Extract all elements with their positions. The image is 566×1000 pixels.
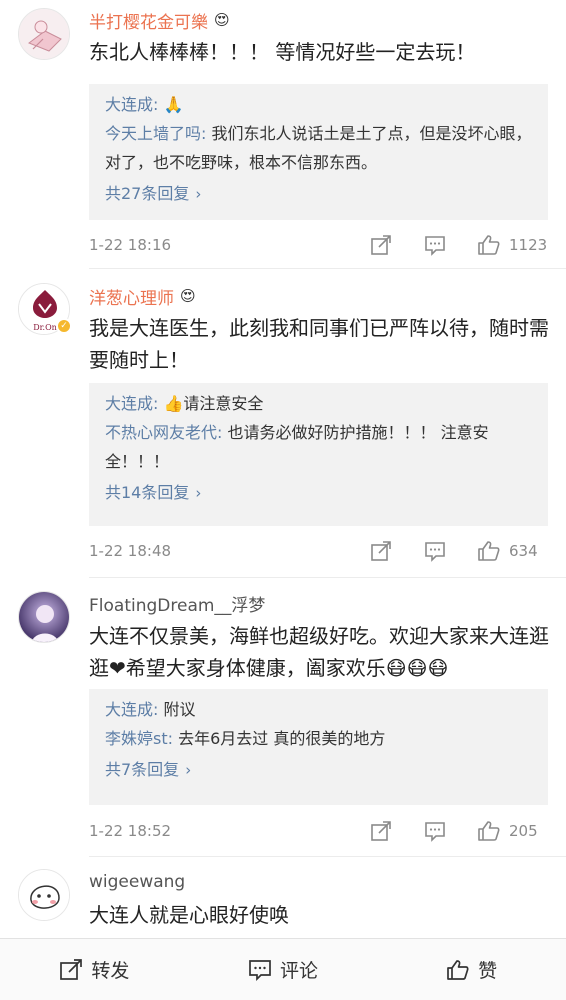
reply-text: 去年6月去过 真的很美的地方: [173, 729, 386, 748]
like-count: 1123: [509, 236, 548, 254]
thumbs-up-icon[interactable]: [477, 233, 501, 257]
comment-text: 我是大连医生，此刻我和同事们已严阵以待，随时需要随时上！: [89, 316, 549, 372]
avatar-illustration: [19, 9, 69, 59]
comment-time: 1-22 18:52: [89, 822, 172, 840]
comment-button[interactable]: 评论: [189, 956, 378, 983]
thumbs-up-icon[interactable]: [477, 539, 501, 563]
like-count: 634: [509, 542, 538, 560]
comment-username-row: 洋葱心理师 😍: [89, 283, 196, 309]
chevron-right-icon: ›: [195, 484, 202, 502]
comment-meta-row: 1-22 18:52 205: [89, 817, 549, 845]
reply-author[interactable]: 今天上墙了吗:: [105, 124, 206, 143]
comment-bubble-icon[interactable]: [423, 819, 447, 843]
avatar[interactable]: [18, 591, 70, 643]
thumbs-up-icon[interactable]: [477, 819, 501, 843]
bottom-action-bar: 转发 评论 赞: [0, 938, 566, 1000]
chevron-right-icon: ›: [195, 185, 202, 203]
reply-author[interactable]: 大连成:: [105, 394, 158, 413]
comment-time: 1-22 18:48: [89, 542, 172, 560]
comment-username-row: FloatingDream__浮梦: [89, 590, 265, 616]
repost-label: 转发: [91, 960, 130, 982]
more-replies-label: 共14条回复: [105, 483, 190, 502]
more-replies-label: 共7条回复: [105, 760, 180, 779]
avatar[interactable]: [18, 8, 70, 60]
reply-text: 👍请注意安全: [158, 394, 264, 413]
more-replies-label: 共27条回复: [105, 184, 190, 203]
emoji-badge-icon: 😍: [214, 11, 230, 29]
comment-meta-row: 1-22 18:48 634: [89, 537, 549, 565]
comment-actions: 1123: [339, 233, 549, 257]
reply-line: 不热心网友老代: 也请务必做好防护措施！！！ 注意安全！！！: [105, 418, 532, 476]
comment-username[interactable]: 洋葱心理师: [89, 284, 174, 309]
comment-item: wigeewang 大连人就是心眼好使唤: [0, 857, 566, 938]
comment-username[interactable]: 半打樱花金可樂: [89, 8, 208, 33]
comment-item: 半打樱花金可樂 😍 东北人棒棒棒！！！ 等情况好些一定去玩！ 大连成: 🙏 今天…: [0, 0, 566, 268]
reply-box[interactable]: 大连成: 👍请注意安全 不热心网友老代: 也请务必做好防护措施！！！ 注意安全！…: [89, 383, 548, 526]
avatar[interactable]: [18, 869, 70, 921]
comment-label: 评论: [280, 960, 319, 982]
comment-item: FloatingDream__浮梦 大连不仅景美，海鲜也超级好吃。欢迎大家来大连…: [0, 578, 566, 856]
comment-text: 大连不仅景美，海鲜也超级好吃。欢迎大家来大连逛逛❤希望大家身体健康，阖家欢乐😷😷…: [89, 624, 549, 680]
reply-line: 李姝婷st: 去年6月去过 真的很美的地方: [105, 724, 532, 753]
reply-text: 附议: [158, 700, 196, 719]
like-label: 赞: [478, 960, 498, 982]
reply-line: 大连成: 👍请注意安全: [105, 389, 532, 418]
comment-time: 1-22 18:16: [89, 236, 172, 254]
verified-badge-icon: ✓: [56, 318, 72, 334]
avatar-label: Dr.On: [33, 323, 57, 332]
comment-text: 大连人就是心眼好使唤: [89, 903, 289, 927]
reply-author[interactable]: 大连成:: [105, 95, 158, 114]
more-replies-link[interactable]: 共14条回复 ›: [105, 478, 201, 508]
like-button[interactable]: 赞: [377, 956, 566, 983]
avatar-illustration: [19, 870, 69, 920]
comment-meta-row: 1-22 18:16 1123: [89, 231, 549, 259]
repost-button[interactable]: 转发: [0, 956, 189, 983]
share-icon[interactable]: [369, 539, 393, 563]
more-replies-link[interactable]: 共27条回复 ›: [105, 179, 201, 209]
share-icon[interactable]: [369, 819, 393, 843]
more-replies-link[interactable]: 共7条回复 ›: [105, 755, 191, 785]
like-count: 205: [509, 822, 538, 840]
repost-icon: [60, 958, 83, 980]
comment-icon: [249, 959, 271, 981]
reply-line: 今天上墙了吗: 我们东北人说话土是土了点，但是没坏心眼，对了，也不吃野味，根本不…: [105, 119, 532, 177]
reply-author[interactable]: 李姝婷st:: [105, 729, 173, 748]
share-icon[interactable]: [369, 233, 393, 257]
avatar-illustration: [19, 592, 69, 642]
comment-item: Dr.On ✓ 洋葱心理师 😍 我是大连医生，此刻我和同事们已严阵以待，随时需要…: [0, 269, 566, 577]
comment-username[interactable]: wigeewang: [89, 872, 185, 892]
comment-username-row: 半打樱花金可樂 😍: [89, 7, 230, 33]
comment-username-row: wigeewang: [89, 869, 185, 895]
reply-box[interactable]: 大连成: 附议 李姝婷st: 去年6月去过 真的很美的地方 共7条回复 ›: [89, 689, 548, 805]
reply-line: 大连成: 附议: [105, 695, 532, 724]
comment-bubble-icon[interactable]: [423, 539, 447, 563]
reply-author[interactable]: 不热心网友老代:: [105, 423, 222, 442]
thumbs-up-icon: [447, 959, 469, 980]
reply-line: 大连成: 🙏: [105, 90, 532, 119]
reply-text: 🙏: [158, 95, 184, 114]
comment-text: 东北人棒棒棒！！！ 等情况好些一定去玩！: [89, 40, 476, 64]
emoji-badge-icon: 😍: [180, 287, 196, 305]
reply-box[interactable]: 大连成: 🙏 今天上墙了吗: 我们东北人说话土是土了点，但是没坏心眼，对了，也不…: [89, 84, 548, 220]
reply-author[interactable]: 大连成:: [105, 700, 158, 719]
comment-username[interactable]: FloatingDream__浮梦: [89, 591, 265, 616]
comment-actions: 634: [339, 539, 549, 563]
comment-bubble-icon[interactable]: [423, 233, 447, 257]
chevron-right-icon: ›: [185, 761, 192, 779]
comment-actions: 205: [339, 819, 549, 843]
